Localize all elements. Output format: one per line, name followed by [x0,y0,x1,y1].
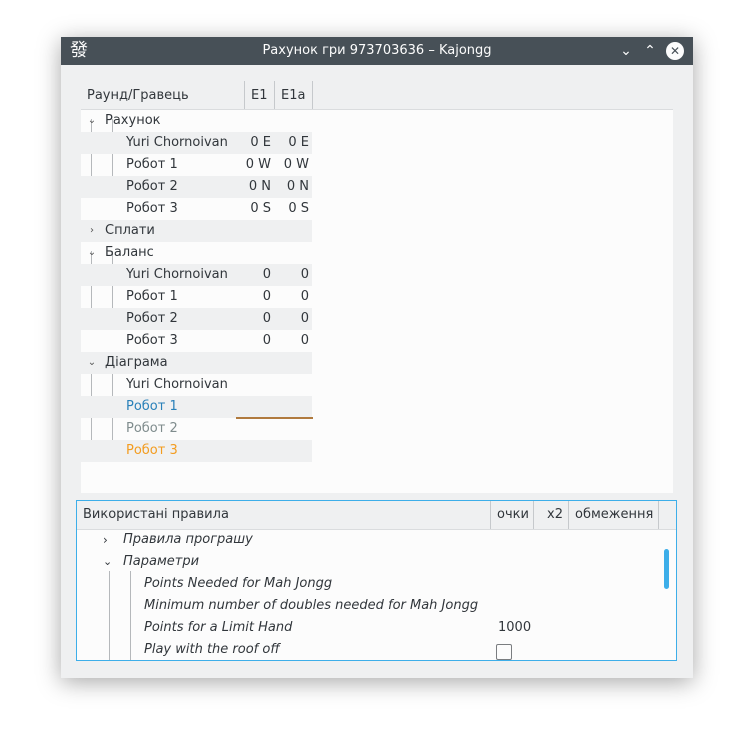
cell-e1: 0 W [245,157,271,172]
table-row[interactable]: Yuri Chornoivan 0 E 0 E [81,132,312,154]
chart-legend-row[interactable]: Yuri Chornoivan [81,374,312,396]
player-name: Робот 2 [126,311,178,326]
title-bar[interactable]: 發 Рахунок гри 973703636 – Kajongg ⌄ ⌃ ✕ [61,37,693,65]
chart-legend-row[interactable]: Робот 3 [81,440,312,462]
section-label: Рахунок [105,113,161,128]
table-row[interactable]: Yuri Chornoivan 0 0 [81,264,312,286]
minimize-button[interactable]: ⌄ [617,42,635,60]
rule-value[interactable]: 1000 [498,617,531,639]
player-name: Робот 1 [126,399,178,414]
player-name: Робот 2 [126,179,178,194]
rule-points-needed[interactable]: Points Needed for Mah Jongg [144,573,332,595]
section-label: Баланс [105,245,154,260]
player-name: Yuri Chornoivan [126,377,228,392]
table-row[interactable]: Робот 3 0 0 [81,330,312,352]
column-header-round-player[interactable]: Раунд/Гравець [81,81,245,109]
table-row[interactable]: Робот 1 0 0 [81,286,312,308]
section-chart[interactable]: ⌄ Діаграма [81,352,312,374]
player-name: Yuri Chornoivan [126,135,228,150]
rules-table-header: Використані правила очки x2 обмеження [77,501,676,530]
cell-e1: 0 [262,333,271,348]
rule-min-doubles[interactable]: Minimum number of doubles needed for Mah… [144,595,478,617]
cell-e1a: 0 [300,267,309,282]
player-name: Робот 3 [126,201,178,216]
cell-e1a: 0 [300,311,309,326]
column-header-points[interactable]: очки [491,501,534,529]
rule-group-losing[interactable]: Правила програшу [123,529,253,551]
player-name: Робот 2 [126,421,178,436]
cell-e1a: 0 [300,289,309,304]
tree-guide [130,571,131,660]
window-title: Рахунок гри 973703636 – Kajongg [262,43,492,58]
score-window: 發 Рахунок гри 973703636 – Kajongg ⌄ ⌃ ✕ … [61,37,693,678]
close-button[interactable]: ✕ [666,42,684,60]
table-row[interactable]: Робот 2 0 0 [81,308,312,330]
rule-group-parameters[interactable]: Параметри [123,551,199,573]
cell-e1a: 0 [300,333,309,348]
cell-e1: 0 [262,311,271,326]
roof-off-checkbox[interactable] [496,644,512,660]
table-row[interactable]: Робот 3 0 S 0 S [81,198,312,220]
table-row[interactable]: Робот 2 0 N 0 N [81,176,312,198]
section-label: Сплати [105,223,155,238]
column-header-doubles[interactable]: x2 [534,501,569,529]
rule-roof-off[interactable]: Play with the roof off [144,639,280,660]
player-name: Робот 3 [126,443,178,458]
table-row[interactable]: Робот 1 0 W 0 W [81,154,312,176]
section-payments[interactable]: › Сплати [81,220,312,242]
column-header-rules[interactable]: Використані правила [77,501,491,529]
player-name: Робот 1 [126,289,178,304]
chevron-down-icon[interactable]: ⌄ [87,352,97,374]
cell-e1: 0 [262,267,271,282]
player-name: Робот 3 [126,333,178,348]
tree-guide [109,571,110,660]
chart-legend-row[interactable]: Робот 2 [81,418,312,440]
score-table[interactable]: Раунд/Гравець E1 E1a ⌄ Рахунок Yuri Chor… [81,81,673,493]
chevron-down-icon[interactable]: ⌄ [87,110,97,132]
column-header-limits[interactable]: обмеження [569,501,659,529]
chevron-down-icon[interactable]: ⌄ [103,551,112,573]
score-table-header: Раунд/Гравець E1 E1a [81,81,673,110]
chevron-down-icon[interactable]: ⌄ [87,242,97,264]
cell-e1: 0 [262,289,271,304]
cell-e1a: 0 N [286,179,309,194]
section-score[interactable]: ⌄ Рахунок [81,110,312,132]
maximize-button[interactable]: ⌃ [641,42,659,60]
cell-e1: 0 S [250,201,271,216]
cell-e1a: 0 E [288,135,309,150]
player-name: Yuri Chornoivan [126,267,228,282]
chart-series-line [236,417,313,419]
cell-e1: 0 E [250,135,271,150]
column-header-e1a[interactable]: E1a [275,81,313,109]
chart-legend-row[interactable]: Робот 1 [81,396,312,418]
section-balance[interactable]: ⌄ Баланс [81,242,312,264]
column-header-e1[interactable]: E1 [245,81,275,109]
cell-e1: 0 N [248,179,271,194]
chevron-right-icon[interactable]: › [103,529,108,551]
rule-limit-hand[interactable]: Points for a Limit Hand [144,617,292,639]
cell-e1a: 0 S [288,201,309,216]
vertical-scrollbar[interactable] [664,549,669,589]
chevron-right-icon[interactable]: › [87,220,97,242]
player-name: Робот 1 [126,157,178,172]
rules-table[interactable]: Використані правила очки x2 обмеження › … [76,500,677,661]
cell-e1a: 0 W [283,157,309,172]
section-label: Діаграма [105,355,168,370]
